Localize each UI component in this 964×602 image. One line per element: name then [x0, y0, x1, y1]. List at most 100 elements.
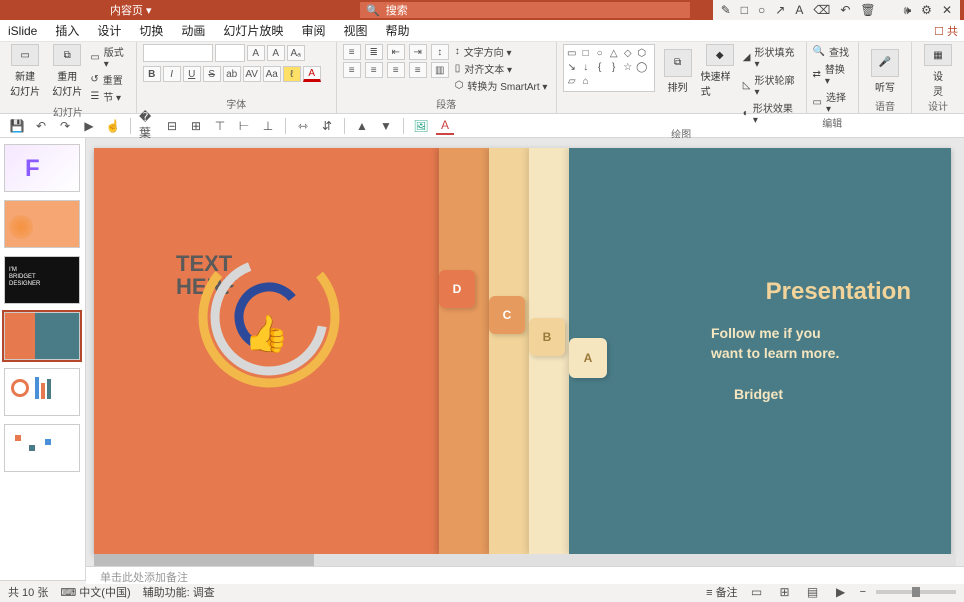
speaker-icon[interactable]: 🕪 — [904, 3, 912, 18]
tab-islide[interactable]: iSlide — [6, 22, 39, 40]
align-b-icon[interactable]: ⊥ — [259, 117, 277, 135]
align-r-icon[interactable]: ⊞ — [187, 117, 205, 135]
align-justify-button[interactable]: ≡ — [409, 62, 427, 78]
tab-review[interactable]: 审阅 — [299, 20, 327, 41]
pen-icon[interactable]: ✎ — [721, 3, 731, 17]
thumb-6[interactable] — [4, 424, 80, 472]
zoom-out-button[interactable]: − — [860, 586, 866, 598]
undo-button[interactable]: ↶ — [32, 117, 50, 135]
font-size-box[interactable] — [215, 44, 245, 62]
dist-v-icon[interactable]: ⇵ — [318, 117, 336, 135]
align-m-icon[interactable]: ⊢ — [235, 117, 253, 135]
reset-button[interactable]: ↺ 重置 — [90, 72, 129, 87]
shape-fill-button[interactable]: ◢ 形状填充 ▾ — [743, 44, 800, 70]
tab-design[interactable]: 设计 — [95, 20, 123, 41]
slide-canvas[interactable]: D C B A TEXTHERE 👍 Presentation Follow m… — [94, 148, 951, 554]
columns-button[interactable]: ▥ — [431, 62, 449, 78]
bullets-button[interactable]: ≡ — [343, 44, 361, 60]
line-spacing-button[interactable]: ↕ — [431, 44, 449, 60]
align-text-button[interactable]: ▯ 对齐文本 ▾ — [455, 61, 548, 76]
font-name-box[interactable] — [143, 44, 213, 62]
align-t-icon[interactable]: ⊤ — [211, 117, 229, 135]
italic-button[interactable]: I — [163, 66, 181, 82]
tab-transition[interactable]: 切换 — [137, 20, 165, 41]
shadow-button[interactable]: ab — [223, 66, 241, 82]
indent-inc-button[interactable]: ⇥ — [409, 44, 427, 60]
tab-insert[interactable]: 插入 — [53, 20, 81, 41]
bold-button[interactable]: B — [143, 66, 161, 82]
thumb-1[interactable]: F — [4, 144, 80, 192]
underline-button[interactable]: U — [183, 66, 201, 82]
align-l-icon[interactable]: �葉 — [139, 117, 157, 135]
redo-button[interactable]: ↷ — [56, 117, 74, 135]
case-button[interactable]: Aa — [263, 66, 281, 82]
thumb-4[interactable] — [4, 312, 80, 360]
trash-icon[interactable]: 🗑 — [860, 3, 875, 17]
square-icon[interactable]: □ — [741, 3, 748, 17]
text-direction-button[interactable]: ↕ 文字方向 ▾ — [455, 44, 548, 59]
pic-icon[interactable]: 🖼 — [412, 117, 430, 135]
tab-slideshow[interactable]: 幻灯片放映 — [221, 20, 285, 41]
select-button[interactable]: ▭ 选择 ▾ — [813, 89, 852, 115]
text-a-icon[interactable]: A — [795, 3, 803, 17]
replace-button[interactable]: ⇄ 替换 ▾ — [813, 61, 852, 87]
reading-view-icon[interactable]: ▤ — [804, 583, 822, 601]
normal-view-icon[interactable]: ▭ — [748, 583, 766, 601]
touch-icon[interactable]: ☝ — [104, 117, 122, 135]
sorter-view-icon[interactable]: ⊞ — [776, 583, 794, 601]
strike-button[interactable]: S — [203, 66, 221, 82]
search-box[interactable]: 🔍 搜索 — [360, 2, 690, 18]
text-icon[interactable]: A — [436, 117, 454, 135]
shapes-gallery[interactable]: ▭□○△◇⬡ ↘↓{}☆◯▱⌂ — [563, 44, 655, 92]
tab-help[interactable]: 帮助 — [383, 20, 411, 41]
thumb-3[interactable]: I'MBRIDGETDESIGNER — [4, 256, 80, 304]
clear-format-button[interactable]: Aₐ — [287, 45, 305, 61]
shape-effect-button[interactable]: ◐ 形状效果 ▾ — [743, 100, 800, 126]
design-ideas-button[interactable]: ▦设 灵 — [918, 44, 958, 98]
new-slide-button[interactable]: ▭新建 幻灯片 — [6, 44, 44, 98]
quickstyle-button[interactable]: ◆快速样式 — [701, 44, 739, 98]
gear-icon[interactable]: ⚙ — [921, 3, 932, 17]
thumb-2[interactable] — [4, 200, 80, 248]
arrange-button[interactable]: ⧉排列 — [659, 44, 697, 98]
align-c-icon[interactable]: ⊟ — [163, 117, 181, 135]
share-button[interactable]: ☐ 共 — [934, 23, 958, 39]
find-button[interactable]: 🔍 查找 — [813, 44, 852, 59]
undo-icon[interactable]: ↶ — [840, 3, 850, 17]
slideshow-view-icon[interactable]: ▶ — [832, 583, 850, 601]
tab-view[interactable]: 视图 — [341, 20, 369, 41]
thumb-5[interactable] — [4, 368, 80, 416]
indent-dec-button[interactable]: ⇤ — [387, 44, 405, 60]
align-center-button[interactable]: ≡ — [365, 62, 383, 78]
align-left-button[interactable]: ≡ — [343, 62, 361, 78]
font-color-button[interactable]: A — [303, 66, 321, 82]
numbering-button[interactable]: ≣ — [365, 44, 383, 60]
tab-animation[interactable]: 动画 — [179, 20, 207, 41]
dist-h-icon[interactable]: ⇿ — [294, 117, 312, 135]
notes-toggle[interactable]: ≡ 备注 — [706, 584, 737, 600]
slideshow-icon[interactable]: ▶ — [80, 117, 98, 135]
layout-button[interactable]: ▭ 版式 ▾ — [90, 44, 129, 70]
shape-outline-button[interactable]: ◺ 形状轮廓 ▾ — [743, 72, 800, 98]
close-icon[interactable]: ✕ — [942, 3, 952, 17]
smartart-button[interactable]: ⬡ 转换为 SmartArt ▾ — [455, 78, 548, 93]
section-button[interactable]: ☰ 节 ▾ — [90, 89, 129, 104]
highlight-button[interactable]: ℓ — [283, 66, 301, 82]
accessibility-button[interactable]: 辅助功能: 调查 — [143, 584, 215, 600]
horizontal-scrollbar[interactable] — [94, 554, 956, 566]
save-icon[interactable]: 💾 — [8, 117, 26, 135]
dictate-button[interactable]: 🎤听写 — [865, 44, 905, 98]
zoom-slider[interactable] — [876, 590, 956, 594]
back-icon[interactable]: ▼ — [377, 117, 395, 135]
increase-font-button[interactable]: A — [247, 45, 265, 61]
front-icon[interactable]: ▲ — [353, 117, 371, 135]
align-right-button[interactable]: ≡ — [387, 62, 405, 78]
eraser-icon[interactable]: ⌫ — [813, 3, 830, 17]
decrease-font-button[interactable]: A — [267, 45, 285, 61]
char-spacing-button[interactable]: AV — [243, 66, 261, 82]
doc-title[interactable]: 内容页 ▾ — [110, 2, 152, 18]
notes-pane[interactable]: 单击此处添加备注 — [86, 566, 964, 584]
circle-icon[interactable]: ○ — [758, 3, 765, 17]
reuse-slide-button[interactable]: ⧉重用 幻灯片 — [48, 44, 86, 98]
line-icon[interactable]: ↗ — [775, 3, 785, 17]
